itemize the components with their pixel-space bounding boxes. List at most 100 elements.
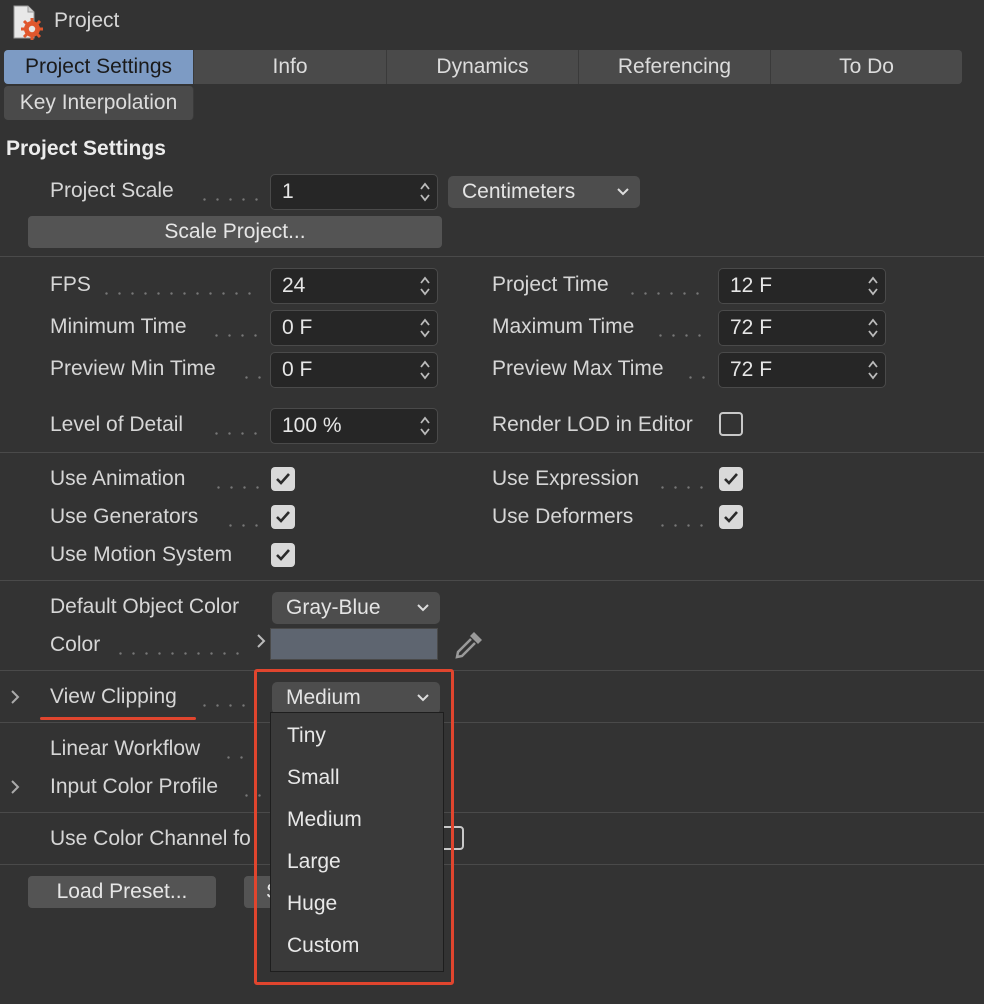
project-time-input[interactable]: 12 F [718, 268, 886, 304]
maximum-time-input[interactable]: 72 F [718, 310, 886, 346]
checkmark-icon [276, 549, 290, 561]
chevron-down-icon [417, 604, 429, 612]
default-object-color-dropdown[interactable]: Gray-Blue [272, 592, 440, 624]
use-motion-system-checkbox[interactable] [271, 543, 295, 567]
load-preset-button[interactable]: Load Preset... [28, 876, 216, 908]
scale-unit-dropdown[interactable]: Centimeters [448, 176, 640, 208]
view-clipping-underline [40, 717, 196, 720]
minimum-time-label: Minimum Time [50, 315, 187, 338]
tab-key-interpolation[interactable]: Key Interpolation [4, 86, 194, 120]
project-scale-value: 1 [282, 180, 294, 203]
chevron-right-icon[interactable] [10, 780, 20, 794]
project-scale-label: Project Scale [50, 179, 174, 202]
input-color-profile-label: Input Color Profile [50, 775, 219, 798]
leader-dots [656, 486, 704, 489]
linear-workflow-label: Linear Workflow [50, 737, 201, 760]
use-animation-label: Use Animation [50, 467, 186, 490]
color-label: Color [50, 633, 101, 656]
checkmark-icon [276, 511, 290, 523]
maximum-time-label: Maximum Time [492, 315, 635, 338]
level-of-detail-value: 100 % [282, 414, 342, 437]
view-clipping-label: View Clipping [50, 685, 177, 708]
project-time-label: Project Time [492, 273, 609, 296]
tab-dynamics[interactable]: Dynamics [387, 50, 579, 84]
tab-project-settings[interactable]: Project Settings [4, 50, 194, 84]
project-scale-input[interactable]: 1 [270, 174, 438, 210]
highlight-box [254, 669, 454, 985]
divider [0, 670, 984, 671]
leader-dots [654, 334, 704, 337]
spinner-icon[interactable] [867, 275, 879, 297]
leader-dots [684, 376, 706, 379]
use-motion-system-label: Use Motion System [50, 543, 233, 566]
chevron-right-icon[interactable] [10, 690, 20, 704]
spinner-icon[interactable] [867, 359, 879, 381]
color-swatch[interactable] [270, 628, 438, 660]
divider [0, 452, 984, 453]
preview-max-time-input[interactable]: 72 F [718, 352, 886, 388]
divider [0, 256, 984, 257]
divider [0, 580, 984, 581]
leader-dots [100, 292, 260, 295]
preview-min-time-label: Preview Min Time [50, 357, 216, 380]
spinner-icon[interactable] [419, 359, 431, 381]
tab-to-do[interactable]: To Do [771, 50, 962, 84]
leader-dots [198, 198, 258, 201]
scale-project-button[interactable]: Scale Project... [28, 216, 442, 248]
section-title: Project Settings [6, 137, 166, 160]
leader-dots [626, 292, 706, 295]
use-expression-label: Use Expression [492, 467, 640, 490]
leader-dots [210, 432, 260, 435]
level-of-detail-label: Level of Detail [50, 413, 184, 436]
divider [0, 812, 984, 813]
checkmark-icon [276, 473, 290, 485]
fps-input[interactable]: 24 [270, 268, 438, 304]
use-generators-checkbox[interactable] [271, 505, 295, 529]
chevron-right-icon[interactable] [256, 634, 266, 648]
app-icon [10, 4, 44, 40]
leader-dots [224, 524, 262, 527]
leader-dots [222, 756, 252, 759]
chevron-down-icon [617, 188, 629, 196]
leader-dots [114, 652, 240, 655]
fps-label: FPS [50, 273, 91, 296]
spinner-icon[interactable] [419, 275, 431, 297]
leader-dots [656, 524, 704, 527]
leader-dots [240, 376, 262, 379]
divider [0, 864, 984, 865]
use-deformers-checkbox[interactable] [719, 505, 743, 529]
use-generators-label: Use Generators [50, 505, 199, 528]
tab-referencing[interactable]: Referencing [579, 50, 771, 84]
spinner-icon[interactable] [419, 415, 431, 437]
preview-min-time-input[interactable]: 0 F [270, 352, 438, 388]
preview-max-time-label: Preview Max Time [492, 357, 664, 380]
preview-max-time-value: 72 F [730, 358, 773, 381]
scale-unit-value: Centimeters [462, 180, 576, 203]
default-object-color-label: Default Object Color [50, 595, 240, 618]
spinner-icon[interactable] [419, 181, 431, 203]
use-color-channel-label: Use Color Channel fo [50, 827, 251, 850]
default-object-color-value: Gray-Blue [286, 596, 381, 619]
preview-min-time-value: 0 F [282, 358, 313, 381]
tab-info[interactable]: Info [194, 50, 387, 84]
leader-dots [212, 486, 262, 489]
eyedropper-icon[interactable] [452, 628, 486, 662]
use-animation-checkbox[interactable] [271, 467, 295, 491]
spinner-icon[interactable] [419, 317, 431, 339]
project-time-value: 12 F [730, 274, 773, 297]
render-lod-checkbox[interactable] [719, 412, 743, 436]
divider [0, 722, 984, 723]
checkmark-icon [724, 473, 738, 485]
use-expression-checkbox[interactable] [719, 467, 743, 491]
checkmark-icon [724, 511, 738, 523]
minimum-time-input[interactable]: 0 F [270, 310, 438, 346]
level-of-detail-input[interactable]: 100 % [270, 408, 438, 444]
maximum-time-value: 72 F [730, 316, 773, 339]
minimum-time-value: 0 F [282, 316, 313, 339]
window-title: Project [54, 9, 120, 32]
spinner-icon[interactable] [867, 317, 879, 339]
leader-dots [198, 704, 248, 707]
fps-value: 24 [282, 274, 306, 297]
use-deformers-label: Use Deformers [492, 505, 634, 528]
leader-dots [210, 334, 260, 337]
